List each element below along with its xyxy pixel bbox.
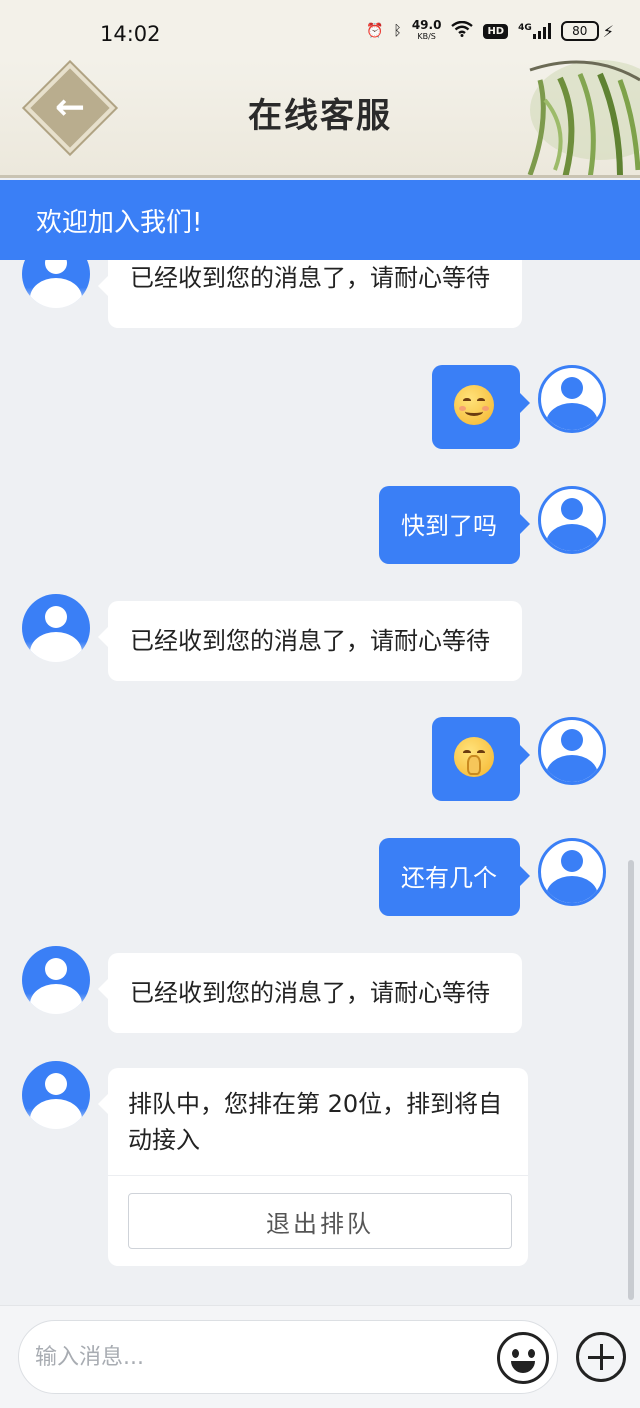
agent-message: 已经收到您的消息了，请耐心等待 bbox=[98, 260, 522, 328]
user-message bbox=[432, 365, 530, 449]
agent-avatar bbox=[22, 260, 90, 308]
queue-card: 排队中，您排在第 20位，排到将自动接入 退出排队 bbox=[98, 1068, 528, 1266]
title-bar: ← 在线客服 bbox=[0, 60, 640, 178]
user-message bbox=[432, 717, 530, 801]
welcome-banner: 欢迎加入我们! bbox=[0, 180, 640, 260]
bluetooth-icon: ᛒ bbox=[393, 23, 402, 39]
agent-message: 已经收到您的消息了，请耐心等待 bbox=[98, 953, 522, 1033]
net-speed: 49.0 KB/S bbox=[411, 18, 442, 41]
status-bar: 14:02 ⏰ ᛒ 49.0 KB/S HD 4G 80 ⚡ bbox=[0, 0, 640, 60]
agent-avatar bbox=[22, 1061, 90, 1129]
user-avatar bbox=[538, 365, 606, 433]
signal-icon: 4G bbox=[518, 23, 551, 39]
status-time: 14:02 bbox=[100, 22, 161, 46]
chat-area[interactable]: 已经收到您的消息了，请耐心等待 快到了吗 已经收到您的消息了，请耐心等待 还有几… bbox=[0, 260, 640, 1305]
user-message: 快到了吗 bbox=[379, 486, 530, 564]
scrollbar[interactable] bbox=[628, 860, 634, 1300]
charging-icon: ⚡ bbox=[602, 21, 614, 41]
agent-avatar bbox=[22, 946, 90, 1014]
status-icons: ⏰ ᛒ 49.0 KB/S HD 4G 80 ⚡ bbox=[365, 18, 614, 42]
agent-message: 已经收到您的消息了，请耐心等待 bbox=[98, 601, 522, 681]
message-input-wrapper[interactable] bbox=[18, 1320, 558, 1394]
wifi-icon bbox=[451, 20, 474, 41]
queue-status-text: 排队中，您排在第 20位，排到将自动接入 bbox=[128, 1090, 503, 1154]
smiley-icon[interactable] bbox=[497, 1332, 549, 1384]
plus-circle-icon[interactable] bbox=[576, 1332, 626, 1382]
input-bar bbox=[0, 1305, 640, 1408]
divider bbox=[108, 1175, 528, 1176]
user-avatar bbox=[538, 838, 606, 906]
smiling-face-emoji bbox=[454, 385, 494, 425]
message-input[interactable] bbox=[35, 1339, 485, 1375]
hd-icon: HD bbox=[483, 23, 509, 39]
alarm-icon: ⏰ bbox=[365, 23, 384, 39]
battery-icon: 80 bbox=[560, 21, 599, 41]
user-message: 还有几个 bbox=[379, 838, 530, 916]
willow-decoration bbox=[527, 60, 640, 175]
user-avatar bbox=[538, 717, 606, 785]
exit-queue-button[interactable]: 退出排队 bbox=[128, 1193, 512, 1249]
shushing-face-emoji bbox=[454, 737, 494, 777]
user-avatar bbox=[538, 486, 606, 554]
agent-avatar bbox=[22, 594, 90, 662]
